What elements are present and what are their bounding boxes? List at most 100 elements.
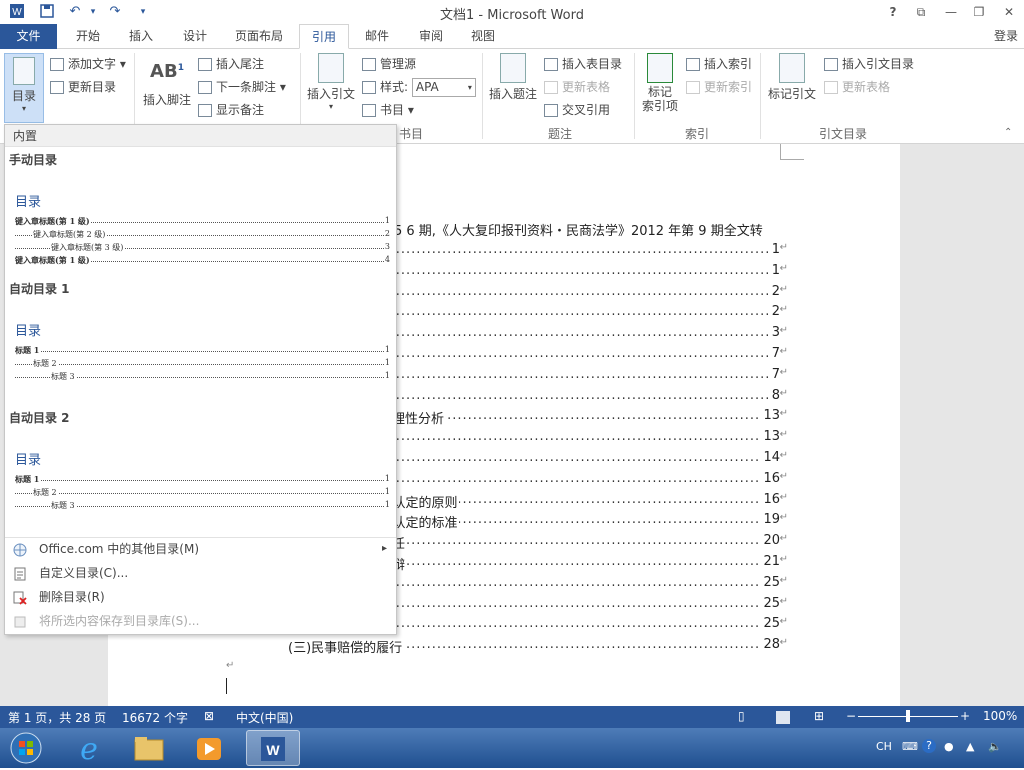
minimize-button[interactable]: — <box>936 0 966 24</box>
settings-tray-icon[interactable]: ● <box>944 740 954 753</box>
tab-references[interactable]: 引用 <box>299 24 349 49</box>
page-count[interactable]: 第 1 页，共 28 页 <box>8 709 106 726</box>
insert-table-of-figures-button[interactable]: 插入表目录 <box>544 54 622 74</box>
ie-icon[interactable]: e <box>62 730 116 767</box>
proofing-icon[interactable]: ⊠ <box>204 709 214 723</box>
group-separator <box>760 53 761 139</box>
zoom-slider-thumb[interactable] <box>906 710 910 722</box>
taskbar: e W CH ⌨ ? ● ▲ 🔈 <box>0 728 1024 768</box>
remove-toc-item[interactable]: 删除目录(R) <box>7 586 395 608</box>
show-hidden-icon[interactable]: ▲ <box>966 740 974 753</box>
input-language[interactable]: CH <box>876 740 892 753</box>
citation-icon <box>318 53 344 83</box>
update-index-icon <box>686 81 700 94</box>
sign-in-link[interactable]: 登录 <box>994 24 1018 48</box>
cross-reference-label: 交叉引用 <box>562 103 611 117</box>
mark-citation-button[interactable]: 标记引文 <box>764 53 820 102</box>
show-notes-button[interactable]: 显示备注 <box>198 100 264 120</box>
preview-line: 标题 11 <box>15 345 390 356</box>
update-index-label: 更新索引 <box>704 80 753 94</box>
preview-line: 键入章标题(第 3 级) 3 <box>15 242 390 255</box>
insert-citation-button[interactable]: 插入引文 ▾ <box>304 53 358 111</box>
zoom-level[interactable]: 100% <box>983 709 1017 723</box>
restore-button[interactable]: ❐ <box>964 0 994 24</box>
citation-style-select[interactable]: APA ▾ <box>411 78 476 97</box>
zoom-in-button[interactable]: + <box>960 709 970 723</box>
bibliography-button[interactable]: 书目 ▾ <box>362 100 414 120</box>
tab-layout[interactable]: 页面布局 <box>226 24 292 49</box>
update-toa-icon <box>824 81 838 94</box>
manage-sources-button[interactable]: 管理源 <box>362 54 416 74</box>
toc-icon <box>13 57 35 85</box>
tab-home[interactable]: 开始 <box>62 24 114 49</box>
print-layout-icon[interactable] <box>776 711 790 724</box>
insert-endnote-button[interactable]: 插入尾注 <box>198 54 264 74</box>
keyboard-icon[interactable]: ⌨ <box>902 740 918 753</box>
web-layout-icon[interactable]: ⊞ <box>814 709 824 723</box>
style-label: 样式: <box>380 80 409 94</box>
group-label-citations: 书目 <box>398 127 423 141</box>
tab-file[interactable]: 文件 <box>0 24 57 49</box>
zoom-out-button[interactable]: − <box>846 709 856 723</box>
word-taskbar-icon[interactable]: W <box>246 730 300 766</box>
update-index-button[interactable]: 更新索引 <box>686 77 752 97</box>
table-of-figures-icon <box>544 58 558 71</box>
volume-icon[interactable]: 🔈 <box>988 740 1002 753</box>
preview-line: 键入章标题(第 1 级) 4 <box>15 255 390 266</box>
collapse-ribbon-icon[interactable]: ⌃ <box>1004 127 1012 138</box>
language-indicator[interactable]: 中文(中国) <box>236 709 293 726</box>
tab-review[interactable]: 审阅 <box>406 24 456 49</box>
preview-line: 标题 21 <box>15 358 390 371</box>
add-text-button[interactable]: 添加文字 ▾ <box>50 54 126 74</box>
help-tray-icon[interactable]: ? <box>922 739 936 753</box>
insert-index-button[interactable]: 插入索引 <box>686 54 752 74</box>
toc-entry[interactable]: ........................................… <box>288 637 788 657</box>
endnote-icon <box>198 58 212 71</box>
save-to-gallery-item[interactable]: 将所选内容保存到目录库(S)... <box>7 610 395 632</box>
cross-reference-button[interactable]: 交叉引用 <box>544 100 610 120</box>
close-button[interactable]: ✕ <box>994 0 1024 24</box>
next-footnote-button[interactable]: 下一条脚注 ▾ <box>198 77 286 97</box>
mark-entry-label: 标记 索引项 <box>641 85 678 113</box>
insert-caption-button[interactable]: 插入题注 <box>486 53 540 102</box>
toc-button[interactable]: 目录 ▾ <box>4 53 44 123</box>
mark-citation-icon <box>779 53 805 83</box>
style-control: 样式: APA ▾ <box>362 77 476 97</box>
insert-toa-button[interactable]: 插入引文目录 <box>824 54 914 74</box>
window-title: 文档1 - Microsoft Word <box>440 8 584 23</box>
auto-toc-1-preview[interactable]: 目录 标题 1 1 标题 2 1 标题 31 <box>15 320 390 384</box>
update-toa-button[interactable]: 更新表格 <box>824 77 890 97</box>
insert-toa-label: 插入引文目录 <box>842 57 915 71</box>
help-button[interactable]: ? <box>878 0 908 24</box>
insert-footnote-button[interactable]: AB1 插入脚注 <box>140 53 194 108</box>
svg-text:e: e <box>80 732 98 766</box>
media-player-icon[interactable] <box>182 730 236 766</box>
tab-design[interactable]: 设计 <box>170 24 220 49</box>
auto-toc-2-preview[interactable]: 目录 标题 1 1 标题 2 1 标题 31 <box>15 449 390 513</box>
insert-citation-label: 插入引文 <box>306 87 355 101</box>
tab-insert[interactable]: 插入 <box>116 24 166 49</box>
tab-view[interactable]: 视图 <box>458 24 508 49</box>
read-mode-icon[interactable]: ▯ <box>738 709 745 723</box>
manage-sources-label: 管理源 <box>380 57 417 71</box>
update-toc-label: 更新目录 <box>68 80 117 94</box>
ribbon-options-icon[interactable]: ⧉ <box>906 0 936 24</box>
update-toc-button[interactable]: 更新目录 <box>50 77 116 97</box>
more-toc-office-item[interactable]: Office.com 中的其他目录(M) ▸ <box>7 538 395 560</box>
citation-style-value: APA <box>415 80 439 94</box>
tab-mailings[interactable]: 邮件 <box>352 24 402 49</box>
preview-line: 键入章标题(第 1 级) 1 <box>15 216 390 227</box>
mark-entry-button[interactable]: 标记 索引项 <box>638 53 682 113</box>
preview-line: 标题 31 <box>15 500 390 513</box>
text-cursor <box>226 678 227 694</box>
explorer-icon[interactable] <box>122 730 176 766</box>
document-first-line: 5 6 期,《人大复印报刊资料・民商法学》2012 年第 9 期全文转 <box>394 224 763 239</box>
insert-index-icon <box>686 58 700 71</box>
word-count[interactable]: 16672 个字 <box>122 709 188 726</box>
start-button[interactable] <box>4 730 48 766</box>
mark-entry-icon <box>647 53 673 83</box>
custom-toc-item[interactable]: 自定义目录(C)... <box>7 562 395 584</box>
caption-icon <box>500 53 526 83</box>
manual-toc-preview[interactable]: 目录 键入章标题(第 1 级) 1 键入章标题(第 2 级) 2 键入章标题(第 3 级… <box>15 191 390 268</box>
update-table-button[interactable]: 更新表格 <box>544 77 610 97</box>
